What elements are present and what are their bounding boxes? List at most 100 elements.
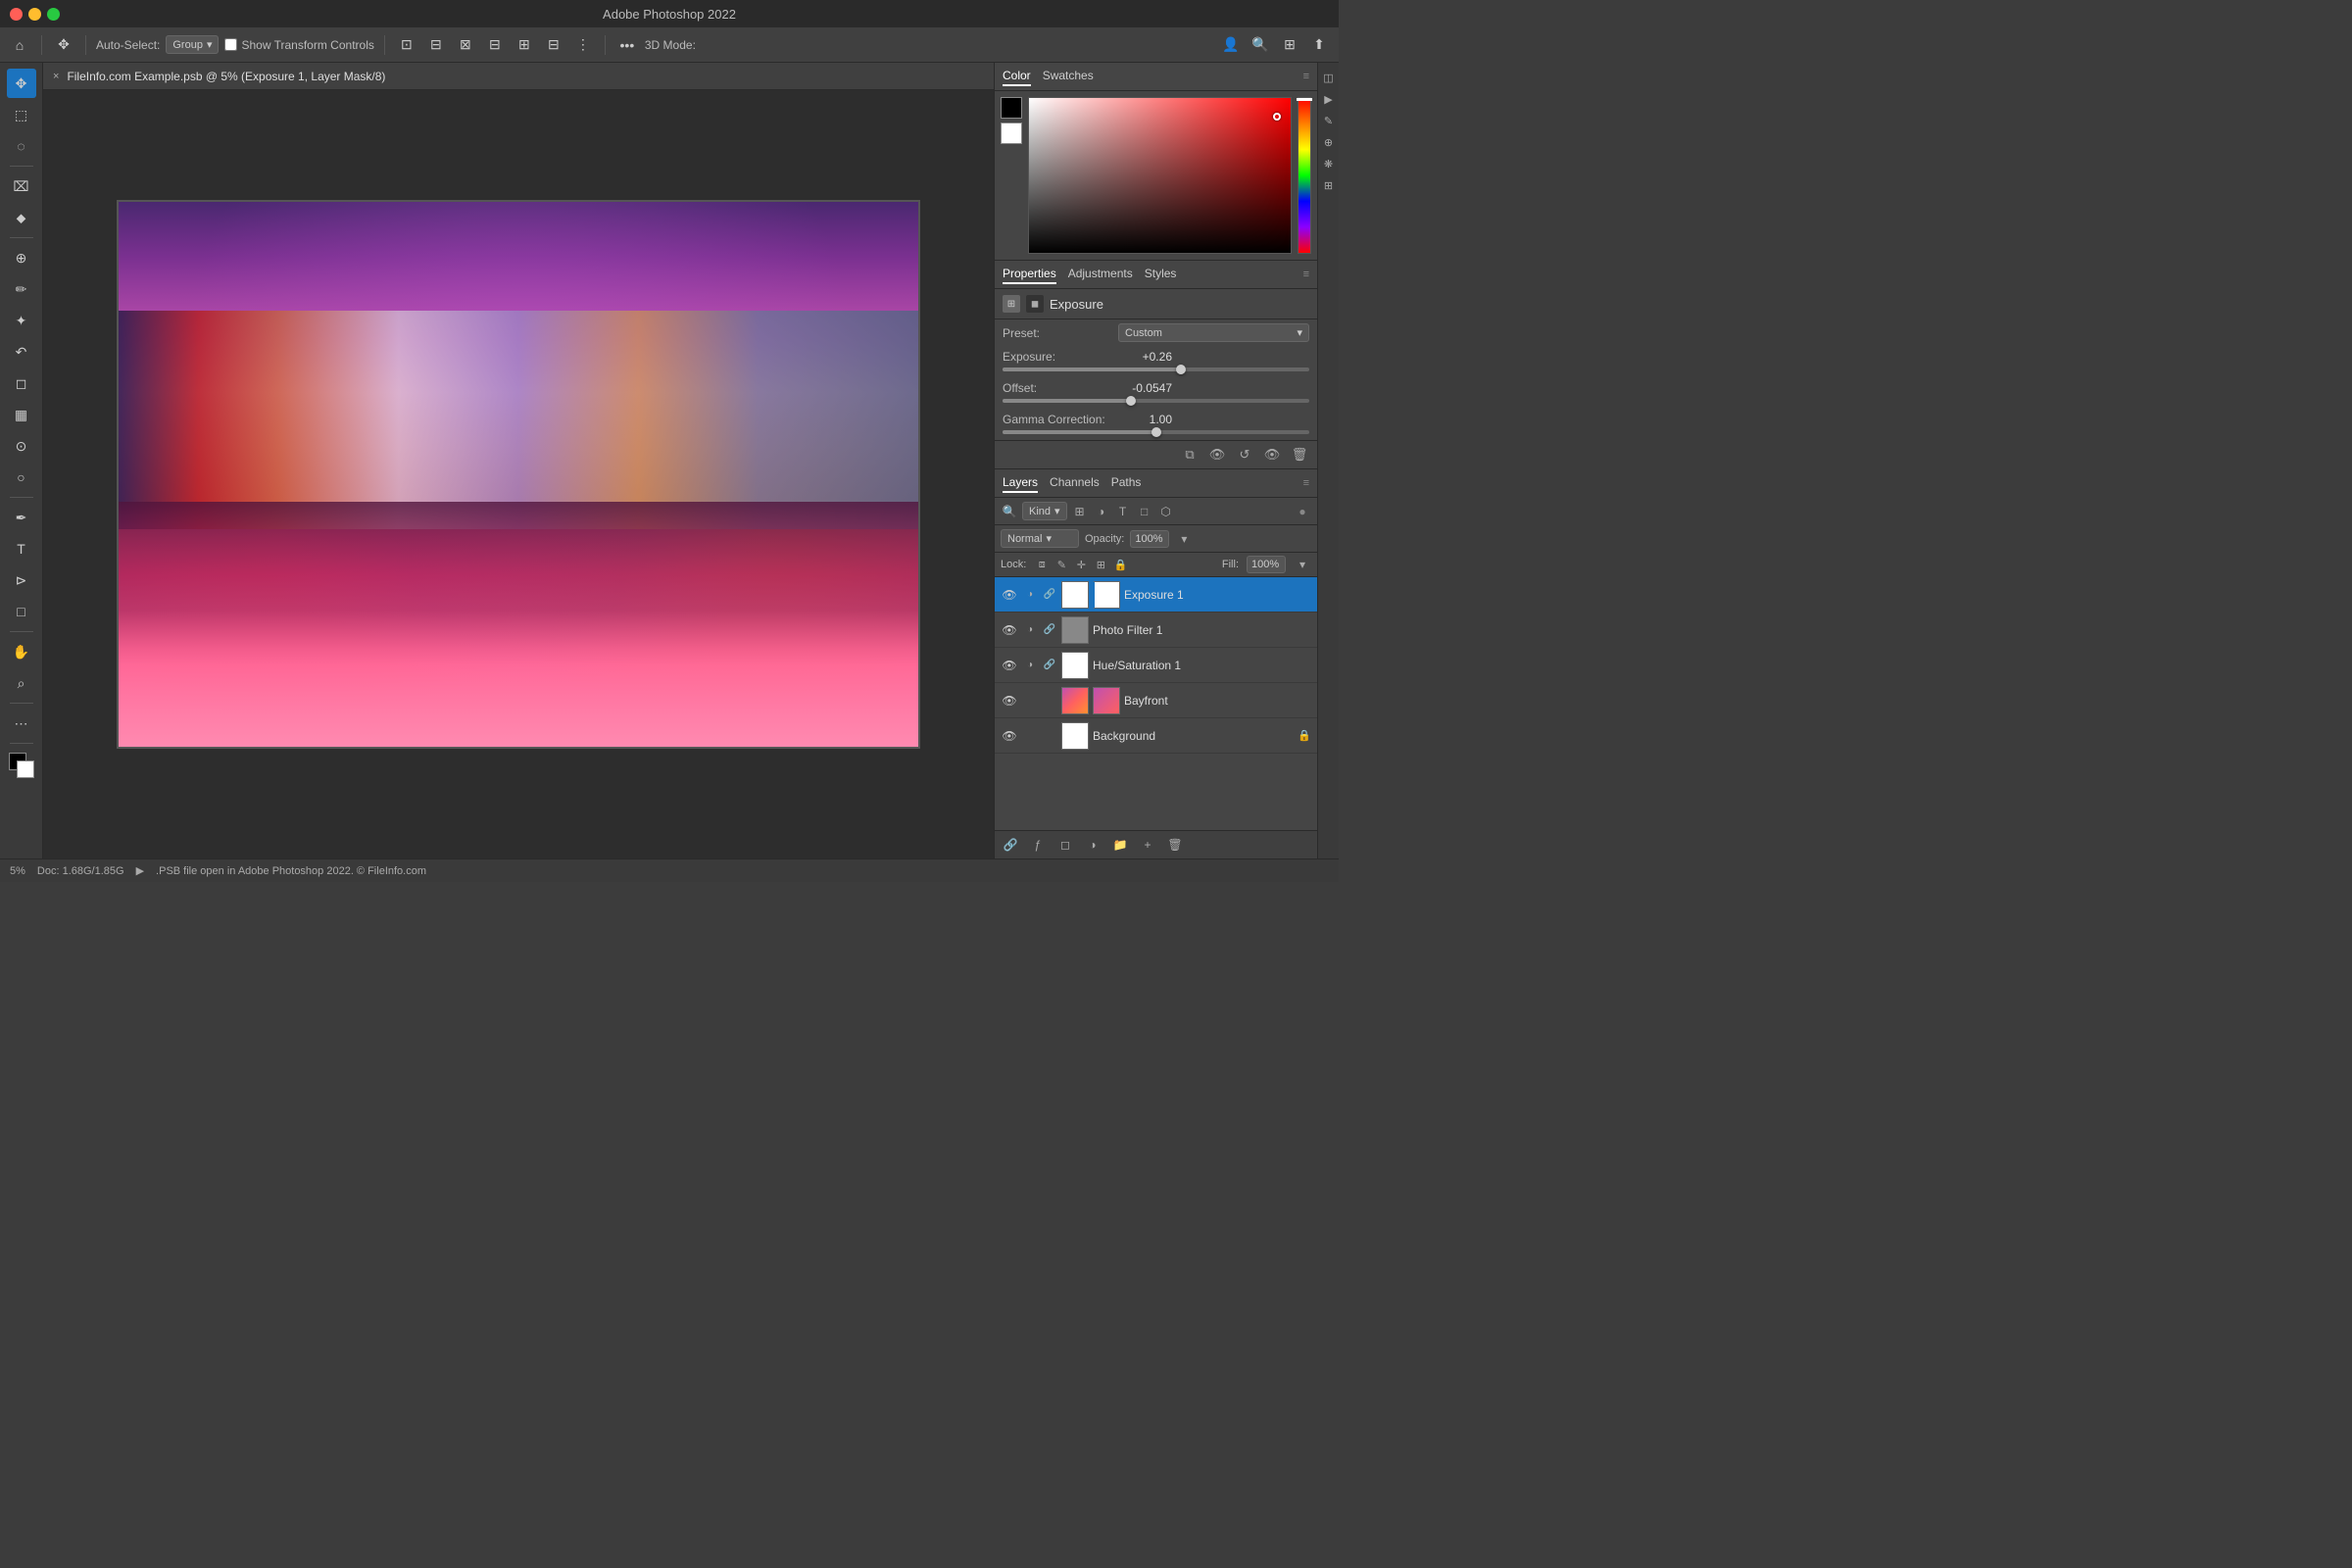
maximize-button[interactable] [47,8,60,21]
workspace-icon[interactable]: ⊞ [1278,33,1301,57]
search-icon[interactable]: 🔍 [1249,33,1272,57]
tab-paths[interactable]: Paths [1111,473,1142,493]
tool-eraser[interactable]: ◻ [7,368,36,398]
filter-shape-icon[interactable]: □ [1136,503,1153,520]
filter-kind-dropdown[interactable]: Kind ▾ [1022,502,1067,520]
color-panel-menu-icon[interactable]: ≡ [1303,71,1309,82]
filter-pixel-icon[interactable]: ⊞ [1071,503,1089,520]
fg-swatch[interactable] [1001,97,1022,119]
filter-type-icon[interactable]: T [1114,503,1132,520]
blend-mode-dropdown[interactable]: Normal ▾ [1001,529,1079,548]
tool-heal[interactable]: ⊕ [7,243,36,272]
layer-effect-hue-saturation1[interactable]: ◑ [1022,658,1038,673]
tab-color[interactable]: Color [1003,67,1031,86]
clip-to-layer-icon[interactable]: ⧉ [1180,445,1200,465]
exposure-slider-thumb[interactable] [1176,365,1186,374]
layer-link-hue-saturation1[interactable]: 🔗 [1042,658,1057,673]
layer-exposure1[interactable]: 👁 ◑ 🔗 Exposure 1 [995,577,1317,612]
opacity-value[interactable]: 100% [1130,530,1169,548]
tool-hand[interactable]: ✋ [7,637,36,666]
filter-adjustment-icon[interactable]: ◑ [1093,503,1110,520]
background-color[interactable] [17,760,34,778]
add-layer-icon[interactable]: + [1138,835,1157,855]
tool-brush[interactable]: ✏ [7,274,36,304]
layer-effect-photo-filter1[interactable]: ◑ [1022,622,1038,638]
filter-on-off-icon[interactable]: ● [1294,503,1311,520]
add-adjustment-icon[interactable]: ◑ [1083,835,1102,855]
offset-slider-thumb[interactable] [1126,396,1136,406]
align-right-icon[interactable]: ⊠ [454,33,477,57]
color-swatch[interactable] [9,753,34,778]
home-icon[interactable]: ⌂ [8,33,31,57]
tool-move[interactable]: ✥ [7,69,36,98]
view-previous-icon[interactable]: 👁 [1262,445,1282,465]
tab-styles[interactable]: Styles [1145,265,1177,284]
lock-transparent-icon[interactable]: ⧈ [1034,557,1050,572]
layer-eye-hue-saturation1[interactable]: 👁 [1001,657,1018,674]
layer-eye-bayfront[interactable]: 👁 [1001,692,1018,710]
lock-pixels-icon[interactable]: ✎ [1054,557,1069,572]
layer-eye-background[interactable]: 👁 [1001,727,1018,745]
distribute-icon[interactable]: ⋮ [571,33,595,57]
layer-hue-saturation1[interactable]: 👁 ◑ 🔗 Hue/Saturation 1 [995,648,1317,683]
tool-eyedropper[interactable]: ⬥ [7,203,36,232]
auto-select-dropdown[interactable]: Group ▾ [166,35,219,54]
tool-text[interactable]: T [7,534,36,564]
layer-effect-exposure1[interactable]: ◑ [1022,587,1038,603]
layer-eye-photo-filter1[interactable]: 👁 [1001,621,1018,639]
more-options-icon[interactable]: ••• [615,33,639,57]
align-center-h-icon[interactable]: ⊟ [424,33,448,57]
layer-link-photo-filter1[interactable]: 🔗 [1042,622,1057,638]
tab-layers[interactable]: Layers [1003,473,1038,493]
tool-blur[interactable]: ⊙ [7,431,36,461]
preset-dropdown[interactable]: Custom ▾ [1118,323,1309,342]
filter-smart-icon[interactable]: ⬡ [1157,503,1175,520]
tool-more[interactable]: ⋯ [7,709,36,738]
tool-shape[interactable]: □ [7,597,36,626]
lock-position-icon[interactable]: ✛ [1073,557,1089,572]
layer-link-exposure1[interactable]: 🔗 [1042,587,1057,603]
canvas-content[interactable] [43,90,994,858]
mini-tool-2[interactable]: ▶ [1320,90,1338,108]
add-mask-icon[interactable]: ◻ [1055,835,1075,855]
gamma-slider-track[interactable] [1003,430,1309,434]
fill-expand-icon[interactable]: ▾ [1294,556,1311,573]
add-style-icon[interactable]: ƒ [1028,835,1048,855]
delete-layer-icon[interactable]: 🗑 [1165,835,1185,855]
color-gradient-field[interactable] [1028,97,1292,254]
tool-pen[interactable]: ✒ [7,503,36,532]
move-tool-icon[interactable]: ✥ [52,33,75,57]
layer-bayfront[interactable]: 👁 ◑ 🔗 Bayfront [995,683,1317,718]
tool-stamp[interactable]: ✦ [7,306,36,335]
tool-selection[interactable]: ⬚ [7,100,36,129]
properties-panel-menu-icon[interactable]: ≡ [1303,269,1309,280]
tool-lasso[interactable]: ◌ [7,131,36,161]
tab-close-icon[interactable]: × [53,71,59,82]
gamma-slider-thumb[interactable] [1152,427,1161,437]
tab-adjustments[interactable]: Adjustments [1068,265,1133,284]
tab-swatches[interactable]: Swatches [1043,67,1094,86]
show-transform-controls-label[interactable]: Show Transform Controls [224,38,373,52]
reset-icon[interactable]: ↺ [1235,445,1254,465]
offset-slider-track[interactable] [1003,399,1309,403]
visibility-icon[interactable]: 👁 [1207,445,1227,465]
share-icon[interactable]: ⬆ [1307,33,1331,57]
lock-artboard-icon[interactable]: ⊞ [1093,557,1108,572]
layers-panel-menu-icon[interactable]: ≡ [1303,477,1309,489]
account-icon[interactable]: 👤 [1219,33,1243,57]
mini-tool-4[interactable]: ⊕ [1320,133,1338,151]
layer-background[interactable]: 👁 ◑ 🔗 Background 🔒 [995,718,1317,754]
fill-value[interactable]: 100% [1247,556,1286,573]
add-group-icon[interactable]: 📁 [1110,835,1130,855]
tool-zoom[interactable]: ⌕ [7,668,36,698]
tool-history[interactable]: ↶ [7,337,36,367]
align-bottom-icon[interactable]: ⊟ [542,33,565,57]
mini-tool-3[interactable]: ✎ [1320,112,1338,129]
align-left-icon[interactable]: ⊡ [395,33,418,57]
tab-channels[interactable]: Channels [1050,473,1100,493]
mini-tool-5[interactable]: ❋ [1320,155,1338,172]
align-center-v-icon[interactable]: ⊞ [513,33,536,57]
link-layers-icon[interactable]: 🔗 [1001,835,1020,855]
hue-slider[interactable] [1298,97,1311,254]
mini-tool-1[interactable]: ◫ [1320,69,1338,86]
